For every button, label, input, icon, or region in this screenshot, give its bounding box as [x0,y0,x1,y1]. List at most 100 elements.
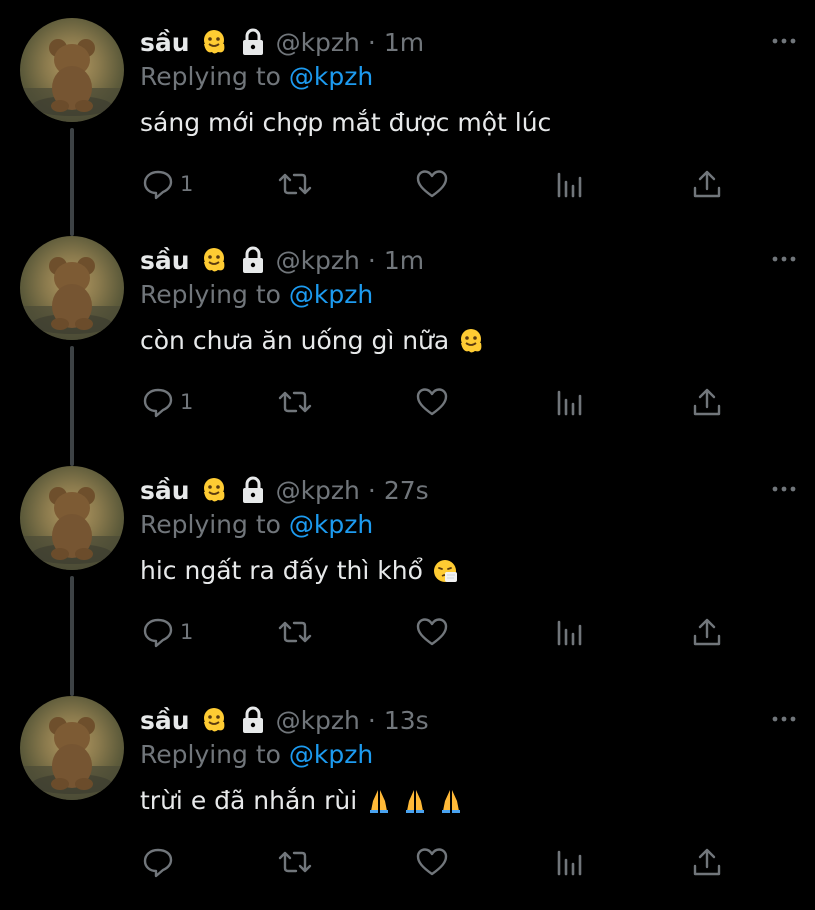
user-handle[interactable]: @kpzh [276,28,360,57]
replying-to-line: Replying to @kpzh [140,62,373,91]
separator-dot: · [367,475,376,505]
teddy-bear-avatar-image [20,487,124,570]
display-name[interactable]: sầu [140,476,190,505]
reply-button[interactable]: 1 [140,164,193,204]
replying-to-label: Replying to [140,280,281,309]
analytics-button[interactable] [554,164,586,204]
reply-count: 1 [180,390,194,414]
tweet-header: sầu @kpzh · 27s [140,472,429,508]
folded-hands-icon [401,787,429,815]
avatar[interactable] [20,236,124,340]
tweet-text-content: còn chưa ăn uống gì nữa [140,326,450,355]
avatar[interactable] [20,466,124,570]
share-button[interactable] [690,382,724,422]
folded-hands-icon [437,787,465,815]
more-options-icon[interactable] [769,26,799,56]
folded-hands-icon [365,787,393,815]
replying-to-label: Replying to [140,510,281,539]
retweet-icon [278,173,312,195]
analytics-icon [557,850,582,876]
tweet-text-content: trừi e đã nhắn rùi [140,786,358,815]
like-button[interactable] [414,842,450,882]
tweet-text: còn chưa ăn uống gì nữa [140,326,485,355]
tweet-text: trừi e đã nhắn rùi [140,786,465,815]
replying-to-line: Replying to @kpzh [140,510,373,539]
share-button[interactable] [690,164,724,204]
replying-to-mention[interactable]: @kpzh [289,280,373,309]
melting-face-icon [200,476,228,504]
share-icon [693,170,721,198]
reply-icon [143,618,173,648]
avatar[interactable] [20,18,124,122]
avatar[interactable] [20,696,124,800]
display-name[interactable]: sầu [140,706,190,735]
retweet-button[interactable] [276,842,314,882]
display-name[interactable]: sầu [140,246,190,275]
lock-icon [240,476,266,504]
melting-face-icon [457,327,485,355]
reply-button[interactable]: 1 [140,382,193,422]
reply-icon [143,848,173,878]
reply-button[interactable]: 1 [140,612,193,652]
teddy-bear-avatar-image [20,39,124,122]
tweet-actions: 1 [140,164,740,204]
replying-to-mention[interactable]: @kpzh [289,740,373,769]
tweet-actions: 1 [140,382,740,422]
reply-count: 1 [180,172,194,196]
replying-to-line: Replying to @kpzh [140,280,373,309]
analytics-button[interactable] [554,612,586,652]
tweet[interactable]: sầu @kpzh · 27s Replying to @kpzh hic ng… [0,448,815,678]
heart-icon [416,170,448,198]
separator-dot: · [367,705,376,735]
more-options-icon[interactable] [769,704,799,734]
melting-face-icon [200,28,228,56]
melting-face-icon [200,706,228,734]
retweet-icon [278,851,312,873]
timestamp[interactable]: 1m [384,28,424,57]
analytics-icon [557,172,582,198]
retweet-button[interactable] [276,164,314,204]
tweet-text: sáng mới chợp mắt được một lúc [140,108,551,137]
replying-to-line: Replying to @kpzh [140,740,373,769]
timestamp[interactable]: 27s [384,476,429,505]
analytics-icon [557,620,582,646]
analytics-button[interactable] [554,382,586,422]
retweet-icon [278,391,312,413]
timestamp[interactable]: 13s [384,706,429,735]
tweet-header: sầu @kpzh · 1m [140,24,424,60]
sneezing-face-icon [431,557,459,585]
tweet[interactable]: sầu @kpzh · 1m Replying to @kpzh còn chư… [0,218,815,448]
heart-icon [416,848,448,876]
retweet-button[interactable] [276,382,314,422]
reply-button[interactable] [140,842,180,882]
tweet-text-content: hic ngất ra đấy thì khổ [140,556,423,585]
reply-count: 1 [180,620,194,644]
tweet-header: sầu @kpzh · 1m [140,242,424,278]
like-button[interactable] [414,164,450,204]
analytics-button[interactable] [554,842,586,882]
replying-to-mention[interactable]: @kpzh [289,62,373,91]
like-button[interactable] [414,612,450,652]
share-icon [693,388,721,416]
more-options-icon[interactable] [769,244,799,274]
user-handle[interactable]: @kpzh [276,476,360,505]
retweet-button[interactable] [276,612,314,652]
like-button[interactable] [414,382,450,422]
tweet-actions [140,842,740,882]
user-handle[interactable]: @kpzh [276,706,360,735]
heart-icon [416,618,448,646]
share-button[interactable] [690,842,724,882]
more-options-icon[interactable] [769,474,799,504]
tweet-actions: 1 [140,612,740,652]
replying-to-label: Replying to [140,740,281,769]
share-button[interactable] [690,612,724,652]
timestamp[interactable]: 1m [384,246,424,275]
tweet[interactable]: sầu @kpzh · 1m Replying to @kpzh sáng mớ… [0,0,815,230]
lock-icon [240,706,266,734]
display-name[interactable]: sầu [140,28,190,57]
tweet-header: sầu @kpzh · 13s [140,702,429,738]
separator-dot: · [367,245,376,275]
replying-to-mention[interactable]: @kpzh [289,510,373,539]
tweet[interactable]: sầu @kpzh · 13s Replying to @kpzh trừi e… [0,678,815,908]
user-handle[interactable]: @kpzh [276,246,360,275]
